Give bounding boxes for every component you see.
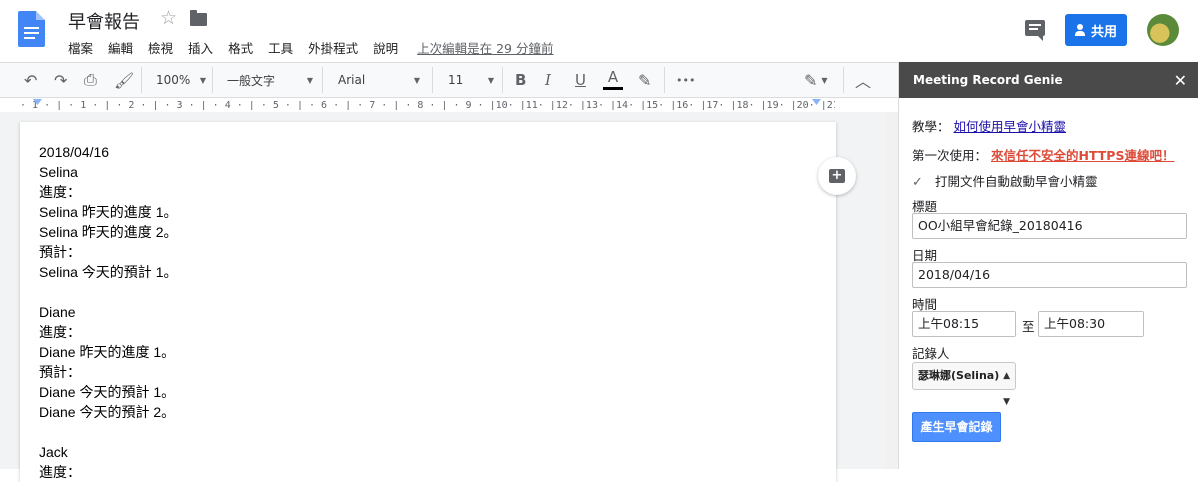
document-line[interactable]: 進度： (39, 182, 177, 202)
document-line[interactable] (39, 282, 177, 302)
menu-format[interactable]: 格式 (228, 38, 253, 57)
share-button[interactable]: 共用 (1065, 14, 1127, 46)
sidebar-header: Meeting Record Genie ✕ (899, 62, 1198, 98)
comments-icon[interactable] (1025, 20, 1045, 41)
start-time-input[interactable]: 上午08:15 (912, 311, 1016, 337)
scrollbar[interactable] (886, 112, 898, 469)
ruler-scale: · 1 · | · 1 · | · 2 · | · 3 · | · 4 · | … (20, 101, 835, 110)
font-value: Arial (338, 73, 366, 87)
style-select[interactable]: 一般文字 ▼ (227, 63, 313, 97)
add-comment-button[interactable]: + (818, 157, 856, 195)
recorder-label: 記錄人 (912, 346, 950, 361)
document-line[interactable] (39, 422, 177, 442)
title-input[interactable]: OO小組早會紀錄_20180416 (912, 213, 1187, 239)
close-icon[interactable]: ✕ (1174, 71, 1187, 90)
text-color-button[interactable]: A (603, 63, 623, 97)
end-time-input[interactable]: 上午08:30 (1038, 311, 1144, 337)
tutorial-label: 教學： (912, 119, 950, 134)
app-header: 早會報告 ☆ 檔案 編輯 檢視 插入 格式 工具 外掛程式 說明 上次編輯是在 … (0, 0, 1198, 62)
document-body[interactable]: 2018/04/16 Selina 進度： Selina 昨天的進度 1。 Selina… (39, 142, 177, 482)
menu-addons[interactable]: 外掛程式 (308, 38, 358, 57)
menu-edit[interactable]: 編輯 (108, 38, 133, 57)
add-comment-icon: + (829, 169, 845, 183)
italic-button[interactable]: I (545, 63, 551, 97)
auto-start-label: 打開文件自動啟動早會小精靈 (935, 174, 1098, 189)
sidebar-title: Meeting Record Genie (913, 73, 1063, 87)
star-icon[interactable]: ☆ (160, 7, 177, 29)
document-line[interactable]: 2018/04/16 (39, 142, 177, 162)
ruler: · 1 · | · 1 · | · 2 · | · 3 · | · 4 · | … (0, 98, 898, 112)
folder-icon[interactable] (190, 10, 207, 26)
style-value: 一般文字 (227, 73, 276, 88)
first-use-row: 第一次使用： 來信任不安全的HTTPS連線吧！ (912, 145, 1174, 164)
redo-icon[interactable]: ↷ (54, 63, 67, 97)
paint-format-icon[interactable]: 🖌 (114, 63, 134, 97)
font-select[interactable]: Arial ▼ (338, 63, 420, 97)
document-line[interactable]: Diane 昨天的進度 1。 (39, 342, 177, 362)
font-size-value: 11 (448, 73, 464, 87)
zoom-value: 100% (156, 73, 191, 87)
menu-view[interactable]: 檢視 (148, 38, 173, 57)
document-line[interactable]: 進度： (39, 322, 177, 342)
document-line[interactable]: Selina 今天的預計 1。 (39, 262, 177, 282)
share-label: 共用 (1090, 24, 1117, 40)
highlight-icon[interactable]: ✎ (638, 63, 651, 97)
menu-tools[interactable]: 工具 (268, 38, 293, 57)
print-icon[interactable]: ⎙ (84, 63, 97, 97)
person-icon (1074, 24, 1085, 36)
menu-bar: 檔案 編輯 檢視 插入 格式 工具 外掛程式 說明 上次編輯是在 29 分鐘前 (68, 38, 568, 57)
bold-button[interactable]: B (515, 63, 526, 97)
undo-icon[interactable]: ↶ (24, 63, 37, 97)
tutorial-link[interactable]: 如何使用早會小精靈 (954, 119, 1067, 134)
toolbar: ↶ ↷ ⎙ 🖌 100% ▼ 一般文字 ▼ Arial ▼ 11 ▼ B I U A ✎… (0, 62, 898, 98)
date-input[interactable]: 2018/04/16 (912, 262, 1187, 288)
document-line[interactable]: Diane 今天的預計 2。 (39, 402, 177, 422)
more-button[interactable]: ••• (676, 63, 695, 97)
time-separator: 至 (1022, 319, 1035, 334)
select-arrows-icon: ▲ ▼ (1003, 371, 1010, 407)
collapse-toolbar-icon[interactable]: ︿ (855, 63, 871, 97)
document-line[interactable]: Diane 今天的預計 1。 (39, 382, 177, 402)
tutorial-row: 教學： 如何使用早會小精靈 (912, 116, 1066, 135)
docs-logo-icon[interactable] (18, 11, 45, 47)
avatar[interactable] (1147, 14, 1179, 46)
document-line[interactable]: Selina (39, 162, 177, 182)
zoom-select[interactable]: 100% ▼ (156, 63, 206, 97)
document-line[interactable]: 進度： (39, 462, 177, 482)
font-size-select[interactable]: 11 ▼ (448, 63, 494, 97)
menu-file[interactable]: 檔案 (68, 38, 93, 57)
generate-record-button[interactable]: 產生早會記錄 (912, 412, 1001, 442)
recorder-value: 瑟琳娜(Selina) (918, 369, 1000, 382)
underline-button[interactable]: U (575, 63, 586, 97)
document-line[interactable]: Selina 昨天的進度 1。 (39, 202, 177, 222)
document-canvas: 2018/04/16 Selina 進度： Selina 昨天的進度 1。 Selina… (0, 112, 898, 482)
text-color-icon: A (607, 68, 619, 86)
recorder-select[interactable]: 瑟琳娜(Selina) ▲ ▼ (912, 362, 1016, 407)
menu-help[interactable]: 說明 (373, 38, 398, 57)
first-use-label: 第一次使用： (912, 148, 988, 163)
auto-start-row: ✓ 打開文件自動啟動早會小精靈 (912, 171, 1098, 190)
addon-sidebar: Meeting Record Genie ✕ 教學： 如何使用早會小精靈 第一次… (898, 62, 1198, 469)
document-line[interactable]: Jack (39, 442, 177, 462)
menu-insert[interactable]: 插入 (188, 38, 213, 57)
last-edit-link[interactable]: 上次編輯是在 29 分鐘前 (417, 38, 553, 57)
document-page[interactable]: 2018/04/16 Selina 進度： Selina 昨天的進度 1。 Selina… (20, 122, 836, 482)
document-line[interactable]: 預計： (39, 242, 177, 262)
document-title[interactable]: 早會報告 (68, 8, 140, 34)
document-line[interactable]: 預計： (39, 362, 177, 382)
editing-mode-icon[interactable]: ✎ ▼ (804, 63, 828, 97)
document-line[interactable]: Selina 昨天的進度 2。 (39, 222, 177, 242)
document-line[interactable]: Diane (39, 302, 177, 322)
first-use-link[interactable]: 來信任不安全的HTTPS連線吧！ (991, 148, 1174, 163)
auto-start-checkbox[interactable]: ✓ (912, 175, 925, 190)
